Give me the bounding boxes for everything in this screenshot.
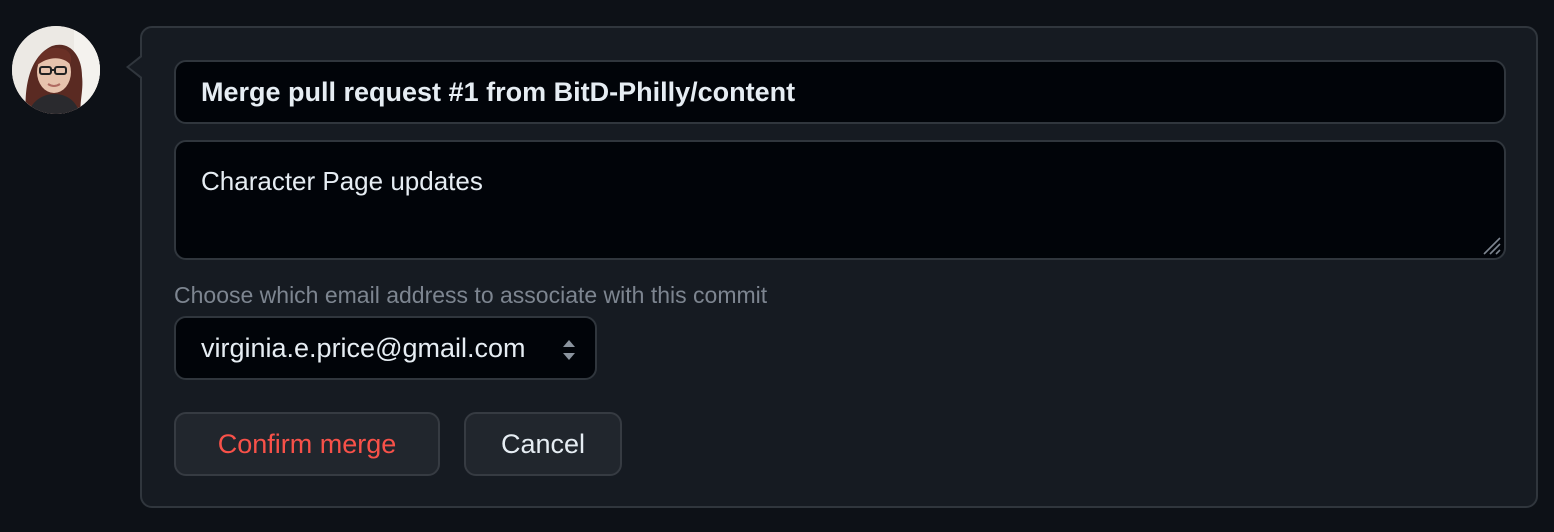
commit-body-textarea[interactable]: Character Page updates: [176, 142, 1504, 258]
email-select-label: Choose which email address to associate …: [174, 282, 768, 308]
commit-title-input[interactable]: [174, 60, 1506, 124]
resize-handle-icon[interactable]: [1478, 232, 1502, 256]
email-select[interactable]: virginia.e.price@gmail.com: [174, 316, 597, 380]
avatar[interactable]: [12, 26, 100, 114]
select-arrows-icon: [563, 340, 575, 360]
cancel-button[interactable]: Cancel: [464, 412, 622, 476]
email-select-value: virginia.e.price@gmail.com: [201, 332, 526, 363]
cancel-label: Cancel: [500, 428, 586, 459]
avatar-photo: [12, 26, 100, 114]
confirm-merge-button[interactable]: Confirm merge: [174, 412, 440, 476]
commit-body-field: Character Page updates: [174, 140, 1506, 260]
panel-caret-fill: [129, 57, 142, 77]
confirm-merge-label: Confirm merge: [217, 428, 397, 459]
